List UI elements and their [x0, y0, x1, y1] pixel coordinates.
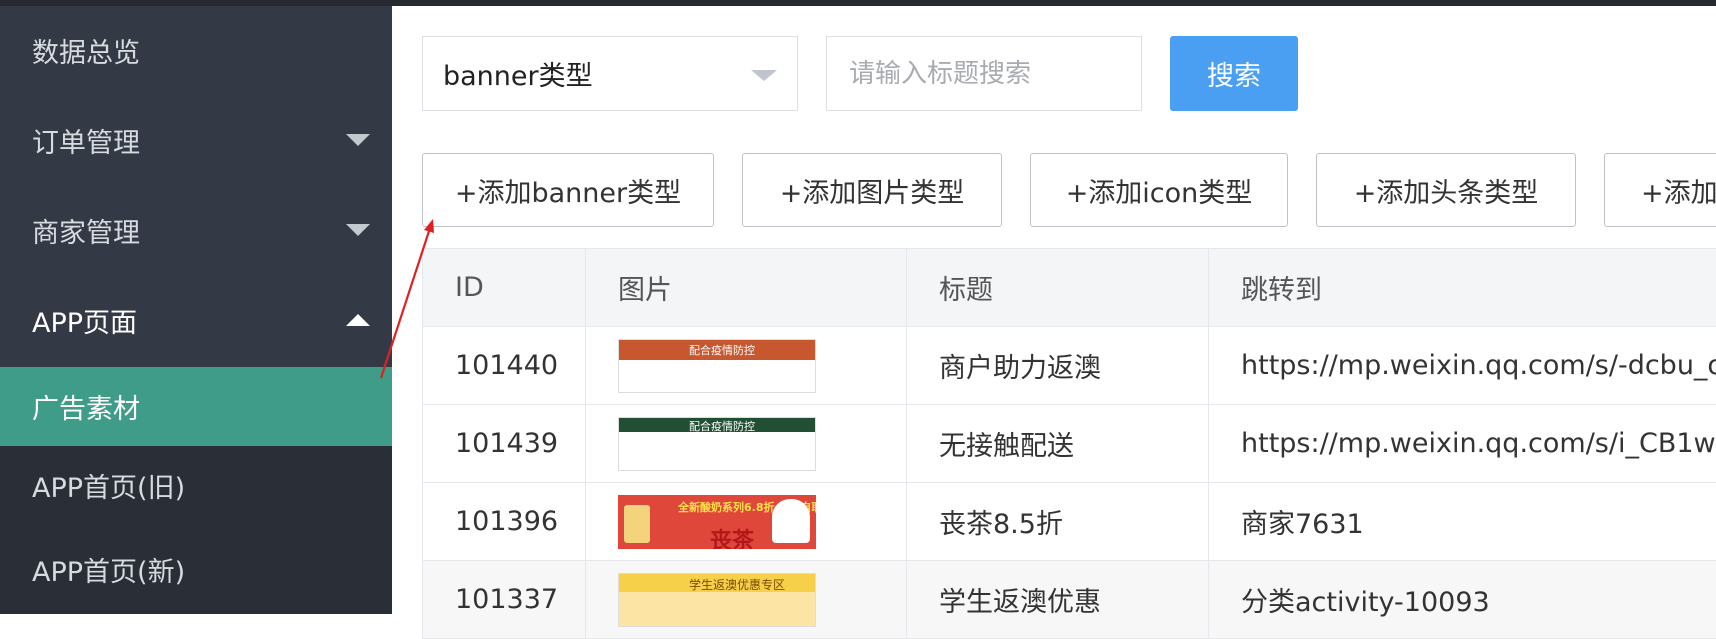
sidebar-item-label: APP页面: [32, 307, 138, 339]
row-image-cell: 学生返澳优惠专区: [586, 561, 907, 638]
row-link[interactable]: https://mp.weixin.qq.com/s/-dcbu_oX: [1209, 327, 1716, 404]
row-id: 101337: [423, 561, 586, 638]
sidebar: 数据总览 订单管理 商家管理 APP页面 广告素材 APP首页(旧) APP首页…: [0, 0, 392, 614]
type-select[interactable]: banner类型: [422, 36, 798, 111]
top-bar: [0, 0, 1716, 6]
chevron-up-icon: [346, 314, 370, 326]
row-image-cell: 配合疫情防控: [586, 405, 907, 482]
column-header-title: 标题: [907, 249, 1209, 326]
row-title: 商户助力返澳: [907, 327, 1209, 404]
row-id: 101440: [423, 327, 586, 404]
add-banner-type-button[interactable]: +添加banner类型: [422, 153, 714, 227]
sidebar-item-orders[interactable]: 订单管理: [0, 95, 392, 185]
add-icon-type-button[interactable]: +添加icon类型: [1030, 153, 1288, 227]
search-button[interactable]: 搜索: [1170, 36, 1298, 111]
row-link[interactable]: https://mp.weixin.qq.com/s/i_CB1wd5: [1209, 405, 1716, 482]
sidebar-subitem-app-home-new[interactable]: APP首页(新): [0, 525, 392, 614]
sidebar-item-label: 数据总览: [32, 37, 140, 69]
sidebar-subitem-ad-materials[interactable]: 广告素材: [0, 367, 392, 446]
add-headline-type-button[interactable]: +添加头条类型: [1316, 153, 1576, 227]
sidebar-subitem-label: 广告素材: [32, 394, 140, 425]
materials-table: ID 图片 标题 跳转到 101440 配合疫情防控 商户助力返澳 https:…: [422, 248, 1716, 639]
table-row[interactable]: 101396 全新酸奶系列6.8折 全店自取8.5折 丧茶 丧茶8.5折 商家7…: [423, 483, 1716, 561]
row-link[interactable]: 分类activity-10093: [1209, 561, 1716, 638]
sidebar-item-app-pages[interactable]: APP页面: [0, 275, 392, 365]
banner-thumbnail[interactable]: 学生返澳优惠专区: [618, 572, 816, 627]
thumbnail-text: 配合疫情防控: [689, 419, 755, 433]
thumbnail-brand-text: 丧茶: [710, 528, 755, 549]
chevron-down-icon: [346, 134, 370, 146]
thumbnail-text: 配合疫情防控: [689, 343, 755, 357]
thumbnail-text: 学生返澳优惠专区: [689, 577, 786, 592]
sidebar-item-dashboard[interactable]: 数据总览: [0, 5, 392, 95]
row-image-cell: 配合疫情防控: [586, 327, 907, 404]
table-header: ID 图片 标题 跳转到: [423, 248, 1716, 327]
row-id: 101396: [423, 483, 586, 560]
column-header-link: 跳转到: [1241, 275, 1322, 306]
drink-cup-graphic: [624, 504, 650, 543]
sidebar-subitem-app-home-old[interactable]: APP首页(旧): [0, 446, 392, 525]
table-row[interactable]: 101337 学生返澳优惠专区 学生返澳优惠 分类activity-10093: [423, 561, 1716, 639]
sidebar-item-label: 商家管理: [32, 217, 140, 249]
banner-thumbnail[interactable]: 全新酸奶系列6.8折 全店自取8.5折 丧茶: [618, 494, 816, 549]
row-image-cell: 全新酸奶系列6.8折 全店自取8.5折 丧茶: [586, 483, 907, 560]
chevron-down-icon: [346, 224, 370, 236]
row-id: 101439: [423, 405, 586, 482]
sidebar-subitem-label: APP首页(新): [32, 557, 186, 588]
row-title: 学生返澳优惠: [907, 561, 1209, 638]
add-image-type-button[interactable]: +添加图片类型: [742, 153, 1002, 227]
sidebar-item-merchants[interactable]: 商家管理: [0, 185, 392, 275]
column-header-id: ID: [423, 249, 586, 326]
table-row[interactable]: 101439 配合疫情防控 无接触配送 https://mp.weixin.qq…: [423, 405, 1716, 483]
banner-thumbnail[interactable]: 配合疫情防控: [618, 338, 816, 393]
banner-thumbnail[interactable]: 配合疫情防控: [618, 416, 816, 471]
mascot-face-graphic: [772, 498, 810, 543]
table-row[interactable]: 101440 配合疫情防控 商户助力返澳 https://mp.weixin.q…: [423, 327, 1716, 405]
row-title: 丧茶8.5折: [907, 483, 1209, 560]
sidebar-subitem-label: APP首页(旧): [32, 473, 186, 504]
row-link[interactable]: 商家7631: [1209, 483, 1716, 560]
add-more-type-button[interactable]: +添加: [1604, 153, 1716, 227]
type-select-value: banner类型: [443, 61, 593, 92]
column-header-image: 图片: [586, 249, 907, 326]
row-title: 无接触配送: [907, 405, 1209, 482]
sidebar-item-label: 订单管理: [32, 127, 140, 159]
search-input[interactable]: [826, 36, 1142, 111]
chevron-down-icon: [751, 70, 777, 81]
